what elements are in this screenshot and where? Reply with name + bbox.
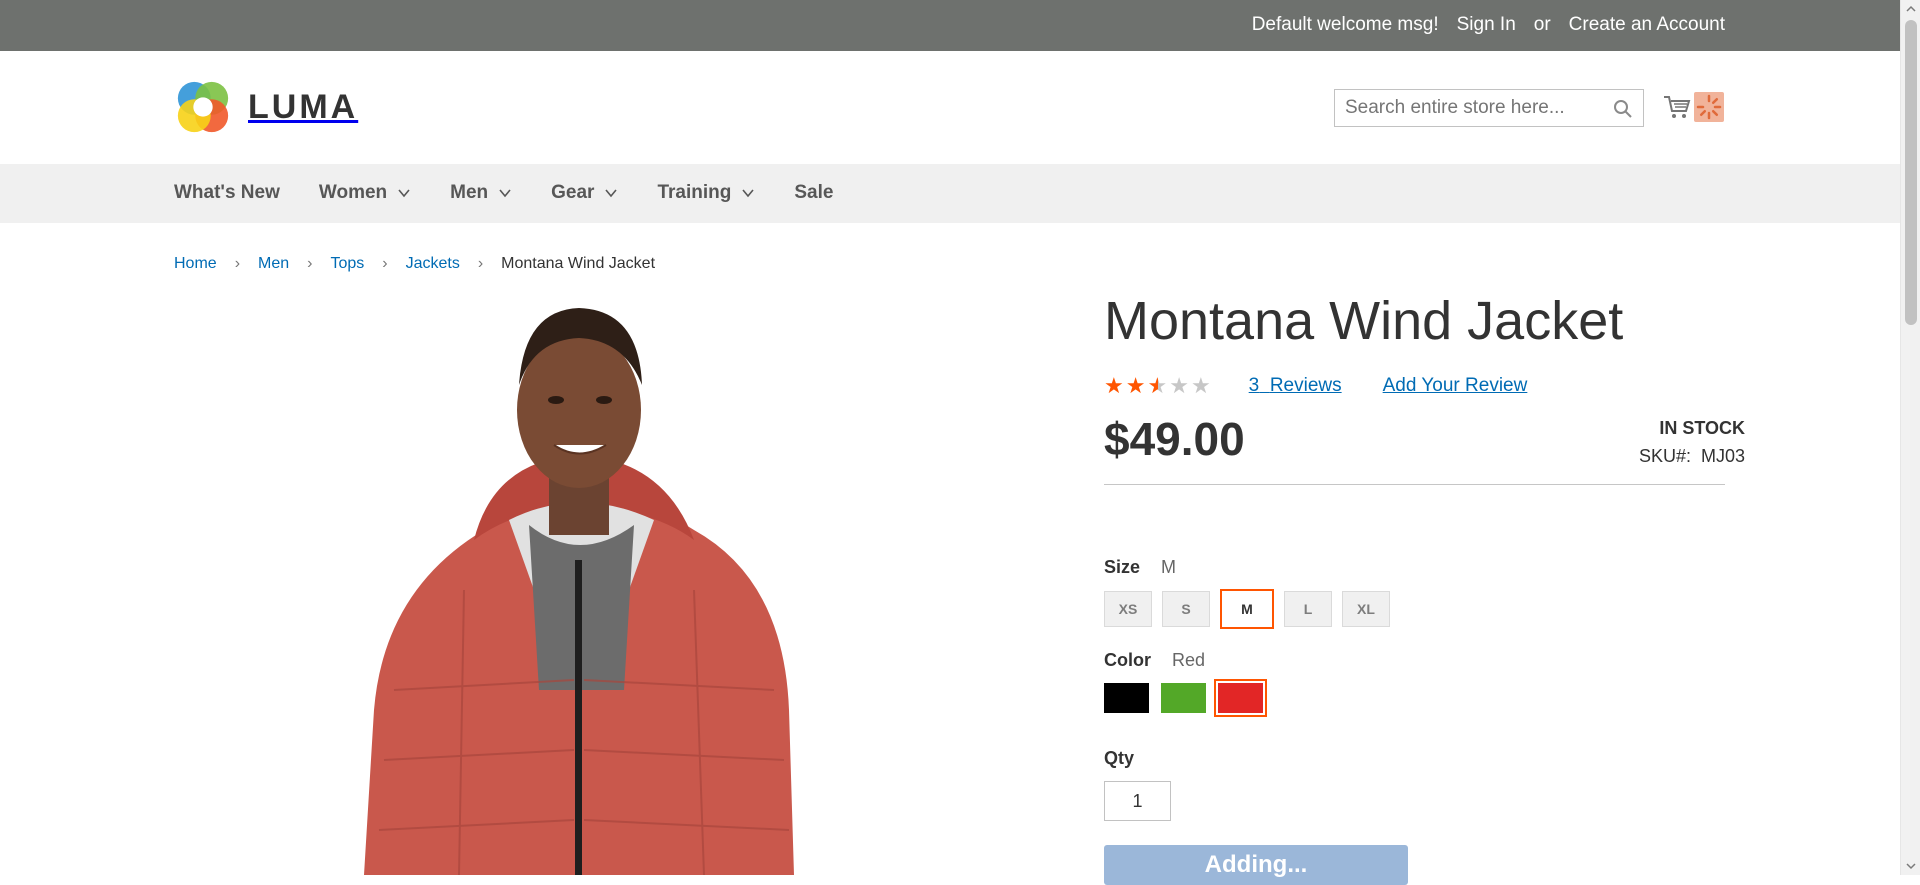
- top-panel: Default welcome msg! Sign In or Create a…: [0, 0, 1900, 51]
- search-input[interactable]: [1335, 90, 1625, 126]
- main-navigation: What's New Women Men Gear Training Sale: [0, 164, 1900, 223]
- size-label-text: Size: [1104, 557, 1141, 577]
- qty-input[interactable]: [1104, 781, 1171, 821]
- product-price: $49.00: [1104, 413, 1245, 465]
- cart-icon[interactable]: [1662, 92, 1692, 122]
- product-image[interactable]: [174, 290, 1044, 875]
- size-swatches: XS S M L XL: [1104, 589, 1390, 629]
- nav-item-women[interactable]: Women: [319, 182, 411, 204]
- breadcrumb: Home › Men › Tops › Jackets › Montana Wi…: [174, 255, 655, 273]
- color-label: Color Red: [1104, 650, 1205, 671]
- sku-label: SKU#:: [1638, 446, 1691, 466]
- vertical-scrollbar[interactable]: [1900, 0, 1920, 875]
- size-option-xs[interactable]: XS: [1104, 591, 1152, 627]
- product-photo: [364, 308, 794, 875]
- search-icon[interactable]: [1613, 99, 1633, 119]
- color-selected-value: Red: [1172, 650, 1206, 670]
- breadcrumb-separator-icon: ›: [234, 255, 241, 272]
- chevron-down-icon: [605, 189, 618, 198]
- nav-item-sale[interactable]: Sale: [794, 182, 833, 204]
- header-links: Default welcome msg! Sign In or Create a…: [1252, 14, 1725, 36]
- loading-spinner-icon: [1694, 92, 1724, 122]
- add-review-link[interactable]: Add Your Review: [1383, 375, 1528, 397]
- breadcrumb-separator-icon: ›: [382, 255, 388, 272]
- rating-stars: ★★★★★: [1104, 373, 1213, 399]
- luma-logo-icon: [177, 81, 229, 133]
- or-text: or: [1533, 14, 1551, 35]
- store-logo[interactable]: LUMA: [174, 77, 359, 137]
- breadcrumb-jackets[interactable]: Jackets: [406, 255, 460, 273]
- logo-text: LUMA: [248, 87, 359, 126]
- nav-item-gear[interactable]: Gear: [551, 182, 618, 204]
- product-rating: ★★★★★ 3 Reviews Add Your Review: [1104, 373, 1527, 399]
- color-label-text: Color: [1104, 650, 1151, 670]
- star-half-icon: ★: [1147, 373, 1170, 398]
- product-sku: SKU#: MJ03: [1639, 446, 1745, 467]
- breadcrumb-separator-icon: ›: [307, 255, 313, 272]
- breadcrumb-current: Montana Wind Jacket: [501, 255, 656, 272]
- nav-label: Men: [450, 182, 489, 203]
- scroll-up-icon[interactable]: [1901, 0, 1920, 18]
- nav-item-training[interactable]: Training: [657, 182, 755, 204]
- nav-label: Women: [318, 182, 388, 203]
- reviews-link[interactable]: 3 Reviews: [1249, 375, 1342, 397]
- sku-value: MJ03: [1700, 446, 1745, 466]
- nav-label: Gear: [551, 182, 595, 203]
- star-icon: ★: [1169, 373, 1191, 398]
- color-swatch-black[interactable]: [1104, 683, 1149, 713]
- breadcrumb-home[interactable]: Home: [174, 255, 217, 273]
- add-to-cart-button[interactable]: Adding...: [1104, 845, 1408, 885]
- product-title: Montana Wind Jacket: [1104, 291, 1624, 351]
- reviews-label: Reviews: [1269, 375, 1342, 396]
- create-account-link[interactable]: Create an Account: [1569, 14, 1725, 36]
- size-option-xl[interactable]: XL: [1342, 591, 1390, 627]
- breadcrumb-tops[interactable]: Tops: [330, 255, 364, 273]
- nav-label: What's New: [174, 182, 280, 203]
- nav-item-whats-new[interactable]: What's New: [174, 182, 280, 204]
- scroll-down-icon[interactable]: [1901, 857, 1920, 875]
- size-option-m[interactable]: M: [1220, 589, 1274, 629]
- star-icon: ★: [1125, 373, 1148, 398]
- breadcrumb-men[interactable]: Men: [258, 255, 289, 273]
- chevron-down-icon: [398, 189, 410, 198]
- breadcrumb-separator-icon: ›: [477, 255, 484, 272]
- nav-item-men[interactable]: Men: [450, 182, 512, 204]
- sign-in-link[interactable]: Sign In: [1457, 14, 1516, 36]
- chevron-down-icon: [499, 189, 511, 198]
- nav-label: Sale: [794, 182, 834, 203]
- scrollbar-thumb[interactable]: [1905, 20, 1917, 325]
- chevron-down-icon: [742, 189, 754, 198]
- color-swatch-red[interactable]: [1214, 679, 1267, 717]
- color-swatches: [1104, 679, 1267, 717]
- qty-label: Qty: [1104, 748, 1135, 768]
- color-swatch-green[interactable]: [1161, 683, 1206, 713]
- size-label: Size M: [1104, 557, 1176, 578]
- nav-label: Training: [657, 182, 732, 203]
- size-option-s[interactable]: S: [1162, 591, 1210, 627]
- star-icon: ★: [1104, 373, 1126, 398]
- star-icon: ★: [1190, 373, 1213, 398]
- welcome-message: Default welcome msg!: [1251, 14, 1439, 35]
- reviews-count: 3: [1248, 375, 1260, 396]
- divider: [1104, 484, 1725, 485]
- search-box: [1334, 89, 1644, 127]
- size-selected-value: M: [1161, 557, 1177, 577]
- stock-status: IN STOCK: [1659, 418, 1745, 438]
- size-option-l[interactable]: L: [1284, 591, 1332, 627]
